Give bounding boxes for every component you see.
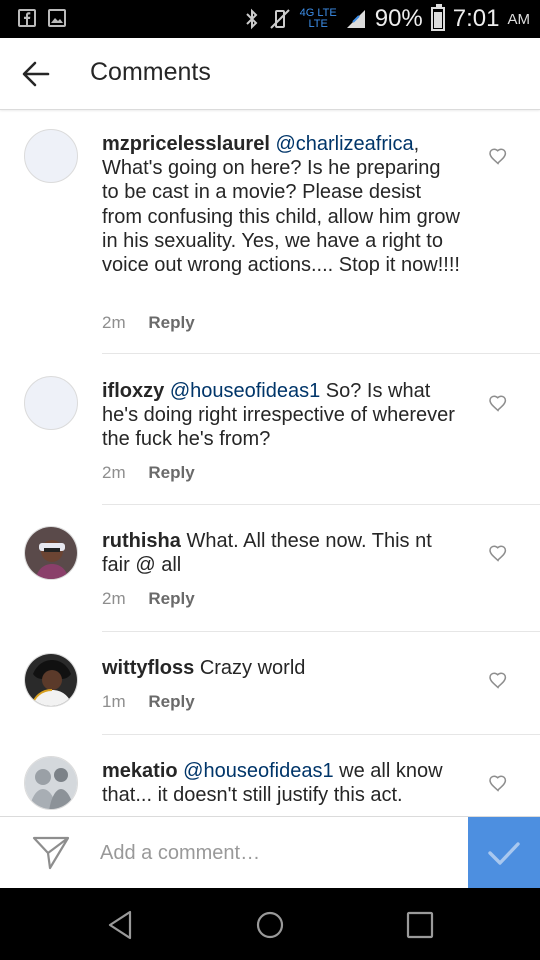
comment-mention[interactable]: @houseofideas1 — [183, 760, 333, 782]
like-heart-icon[interactable] — [488, 773, 508, 793]
header: Comments — [0, 38, 540, 110]
divider — [102, 734, 540, 735]
notification-icons — [18, 9, 66, 27]
battery-icon — [430, 4, 445, 31]
system-nav-bar — [0, 888, 540, 960]
avatar[interactable] — [24, 376, 78, 430]
comment-meta: 2m Reply — [102, 463, 195, 483]
reply-button[interactable]: Reply — [148, 463, 194, 482]
back-arrow-icon — [22, 61, 50, 87]
comment-message: Crazy world — [199, 657, 306, 679]
back-triangle-icon[interactable] — [103, 908, 137, 942]
avatar[interactable] — [24, 653, 78, 707]
comment-text: mekatio @houseofideas1 we all know that.… — [102, 759, 462, 807]
avatar[interactable] — [24, 129, 78, 183]
battery-percent: 90% — [374, 5, 423, 32]
back-button[interactable] — [14, 52, 58, 96]
recents-square-icon[interactable] — [403, 908, 437, 942]
profile-photo — [25, 527, 77, 579]
comment-meta: 2m Reply — [102, 313, 195, 333]
comment-text: wittyfloss Crazy world — [102, 656, 462, 680]
divider — [102, 353, 540, 354]
comment-time: 1m — [102, 692, 126, 711]
page-title: Comments — [90, 58, 211, 86]
gallery-icon — [48, 9, 66, 27]
reply-button[interactable]: Reply — [148, 589, 194, 608]
comment-text: ifloxzy @houseofideas1 So? Is what he's … — [102, 379, 462, 452]
add-comment-bar — [0, 816, 540, 889]
comment-text: mzpricelesslaurel @charlizeafrica, What'… — [102, 132, 462, 277]
clock-ampm: AM — [507, 10, 531, 28]
comments-list[interactable]: mzpricelesslaurel @charlizeafrica, What'… — [0, 110, 540, 816]
status-bar: 4G LTE LTE 90% 7:01 AM — [0, 0, 540, 38]
comment-time: 2m — [102, 313, 126, 332]
bluetooth-icon — [245, 8, 258, 30]
reply-button[interactable]: Reply — [148, 692, 194, 711]
divider — [102, 504, 540, 505]
network-indicator: 4G LTE LTE — [299, 7, 337, 30]
comment-text: ruthisha What. All these now. This nt fa… — [102, 529, 462, 577]
post-comment-button[interactable] — [468, 817, 540, 889]
profile-photo — [25, 654, 77, 706]
comment-meta: 1m Reply — [102, 692, 195, 712]
like-heart-icon[interactable] — [488, 393, 508, 413]
divider — [102, 631, 540, 632]
like-heart-icon[interactable] — [488, 543, 508, 563]
comment-mention[interactable]: @charlizeafrica — [275, 133, 413, 155]
reply-button[interactable]: Reply — [148, 313, 194, 332]
like-heart-icon[interactable] — [488, 670, 508, 690]
comment-input[interactable] — [100, 833, 460, 873]
avatar[interactable] — [24, 756, 78, 810]
comment-username[interactable]: wittyfloss — [102, 657, 194, 679]
like-heart-icon[interactable] — [488, 146, 508, 166]
facebook-icon — [18, 9, 36, 27]
comment-username[interactable]: mzpricelesslaurel — [102, 133, 270, 155]
comment-meta: 2m Reply — [102, 589, 195, 609]
comment-time: 2m — [102, 589, 126, 608]
avatar[interactable] — [24, 526, 78, 580]
comment-username[interactable]: ruthisha — [102, 530, 181, 552]
comment-mention[interactable]: @houseofideas1 — [170, 380, 320, 402]
comment-time: 2m — [102, 463, 126, 482]
home-circle-icon[interactable] — [253, 908, 287, 942]
comment-username[interactable]: mekatio — [102, 760, 178, 782]
comment-username[interactable]: ifloxzy — [102, 380, 164, 402]
send-direct-icon[interactable] — [32, 835, 70, 871]
signal-icon — [346, 10, 365, 28]
checkmark-icon — [488, 842, 520, 865]
clock-time: 7:01 — [452, 5, 500, 32]
vibrate-off-icon — [269, 9, 290, 29]
profile-photo — [25, 757, 77, 809]
